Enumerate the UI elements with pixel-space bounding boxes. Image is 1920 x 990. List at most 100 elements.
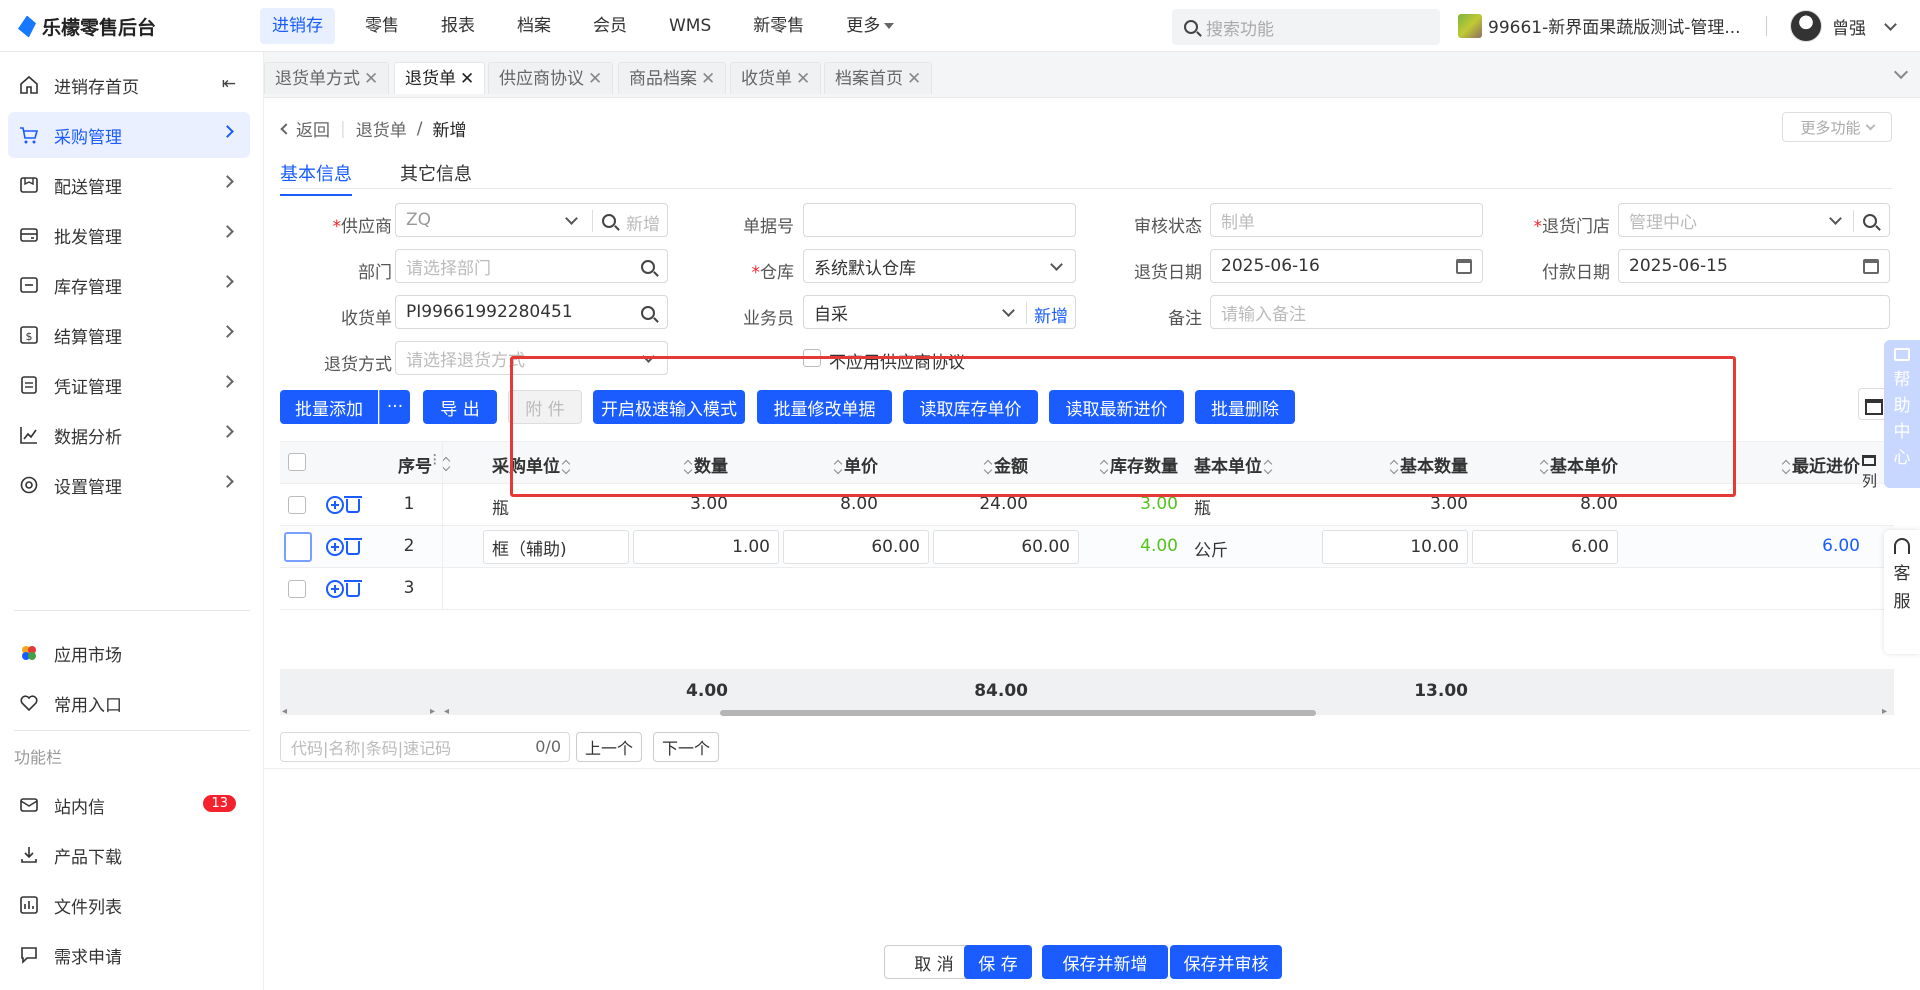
salesman-select[interactable]: 自采 新增: [803, 295, 1076, 329]
add-row-icon[interactable]: [326, 538, 344, 556]
save-and-audit-button[interactable]: 保存并审核: [1170, 945, 1282, 979]
th-purchase-unit[interactable]: 采购单位: [492, 452, 572, 477]
delete-row-icon[interactable]: [344, 538, 362, 555]
back-link[interactable]: 返回: [280, 116, 330, 141]
tab-product-archive[interactable]: 商品档案 ✕: [618, 62, 727, 94]
cell-price-input[interactable]: 60.00: [783, 530, 929, 564]
app-logo[interactable]: 乐檬零售后台: [18, 13, 156, 40]
sidebar-item-settlement[interactable]: $ 结算管理: [8, 312, 250, 358]
supplier-field[interactable]: ZQ 新增: [395, 203, 668, 237]
close-icon[interactable]: ✕: [460, 69, 474, 89]
topnav-inventory[interactable]: 进销存: [260, 8, 335, 44]
delete-row-icon[interactable]: [344, 580, 362, 597]
scroll-left-icon[interactable]: ◂: [282, 706, 287, 717]
select-all-checkbox[interactable]: [288, 453, 306, 471]
add-row-icon[interactable]: [326, 580, 344, 598]
sidebar-item-home[interactable]: 进销存首页 ⇤: [8, 62, 250, 108]
cell-price[interactable]: 8.00: [770, 494, 878, 514]
sidebar-item-requests[interactable]: 需求申请: [8, 932, 250, 978]
cell-base-price[interactable]: 8.00: [1480, 494, 1618, 514]
batch-delete-button[interactable]: 批量删除: [1195, 390, 1295, 424]
cell-unit-input[interactable]: 框（辅助): [483, 530, 629, 564]
column-resize-icon[interactable]: ⁝: [432, 450, 437, 470]
tab-archive-home[interactable]: 档案首页 ✕: [824, 62, 933, 94]
close-icon[interactable]: ✕: [701, 69, 715, 89]
return-store-field[interactable]: 管理中心: [1618, 203, 1890, 237]
tab-receipt[interactable]: 收货单 ✕: [730, 62, 822, 94]
sidebar-item-analysis[interactable]: 数据分析: [8, 412, 250, 458]
breadcrumb-parent[interactable]: 退货单: [356, 116, 407, 141]
search-icon[interactable]: [641, 306, 655, 320]
salesman-add-link[interactable]: 新增: [1034, 302, 1068, 327]
close-icon[interactable]: ✕: [588, 69, 602, 89]
cell-qty-input[interactable]: 1.00: [633, 530, 779, 564]
table-settings-icon[interactable]: [1858, 388, 1886, 420]
scrollbar-thumb[interactable]: [720, 710, 1316, 716]
chevron-down-icon[interactable]: [1829, 212, 1842, 225]
row-checkbox[interactable]: [288, 496, 306, 514]
fast-input-mode-button[interactable]: 开启极速输入模式: [593, 390, 745, 424]
scroll-left-icon[interactable]: ◂: [444, 706, 449, 717]
topnav-wms[interactable]: WMS: [657, 8, 723, 44]
search-icon[interactable]: [1863, 214, 1877, 228]
function-search[interactable]: 搜索功能: [1172, 9, 1440, 45]
sort-icon[interactable]: [442, 454, 452, 474]
tabs-dropdown-icon[interactable]: [1893, 64, 1909, 80]
cell-amount[interactable]: 24.00: [920, 494, 1028, 514]
add-row-icon[interactable]: [326, 496, 344, 514]
batch-add-button[interactable]: 批量添加: [280, 390, 378, 424]
chevron-down-icon[interactable]: [565, 212, 578, 225]
close-icon[interactable]: ✕: [907, 69, 921, 89]
supplier-add-link[interactable]: 新增: [626, 210, 660, 235]
th-amount[interactable]: 金额: [920, 452, 1028, 477]
cell-unit[interactable]: 瓶: [492, 494, 509, 519]
th-stock-qty[interactable]: 库存数量: [1050, 452, 1178, 477]
tab-supplier-agreement[interactable]: 供应商协议 ✕: [488, 62, 614, 94]
sidebar-item-settings[interactable]: 设置管理: [8, 462, 250, 508]
th-price[interactable]: 单价: [770, 452, 878, 477]
table-row[interactable]: 1 瓶 3.00 8.00 24.00 3.00 瓶 3.00 8.00: [280, 484, 1894, 526]
sidebar-item-file-list[interactable]: 文件列表: [8, 882, 250, 928]
sidebar-item-download[interactable]: 产品下载: [8, 832, 250, 878]
close-icon[interactable]: ✕: [796, 69, 810, 89]
receipt-field[interactable]: PI99661992280451: [395, 295, 668, 329]
warehouse-select[interactable]: 系统默认仓库: [803, 249, 1076, 283]
tab-return-method[interactable]: 退货单方式 ✕: [264, 62, 390, 94]
pay-date-picker[interactable]: 2025-06-15: [1618, 249, 1890, 283]
topnav-reports[interactable]: 报表: [429, 8, 487, 44]
batch-add-more-button[interactable]: ···: [379, 390, 410, 424]
row-checkbox[interactable]: [284, 532, 312, 562]
customer-service-button[interactable]: 客 服: [1884, 530, 1920, 654]
help-center-button[interactable]: 帮 助 中 心: [1884, 340, 1920, 488]
sidebar-item-favorites[interactable]: 常用入口: [8, 680, 250, 726]
topnav-member[interactable]: 会员: [581, 8, 639, 44]
row-checkbox[interactable]: [288, 580, 306, 598]
table-search-input[interactable]: 代码|名称|条码|速记码 0/0: [280, 732, 570, 762]
attachment-button[interactable]: 附 件: [508, 390, 582, 424]
read-stock-price-button[interactable]: 读取库存单价: [903, 390, 1038, 424]
topnav-archive[interactable]: 档案: [505, 8, 563, 44]
th-recent-price[interactable]: 最近进价: [1740, 452, 1860, 477]
tab-return-order[interactable]: 退货单 ✕: [394, 62, 486, 94]
cell-qty[interactable]: 3.00: [620, 494, 728, 514]
sidebar-item-app-market[interactable]: 应用市场: [8, 630, 250, 676]
scroll-right-icon[interactable]: ▸: [430, 706, 435, 717]
more-functions-button[interactable]: 更多功能: [1782, 112, 1892, 142]
doc-no-input[interactable]: [803, 203, 1076, 237]
export-button[interactable]: 导 出: [423, 390, 497, 424]
next-match-button[interactable]: 下一个: [653, 732, 719, 762]
save-and-new-button[interactable]: 保存并新增: [1042, 945, 1168, 979]
th-base-price[interactable]: 基本单价: [1480, 452, 1618, 477]
sidebar-item-voucher[interactable]: 凭证管理: [8, 362, 250, 408]
prev-match-button[interactable]: 上一个: [576, 732, 642, 762]
return-method-select[interactable]: 请选择退货方式: [395, 341, 668, 375]
return-date-picker[interactable]: 2025-06-16: [1210, 249, 1483, 283]
user-menu[interactable]: 曾强: [1790, 10, 1897, 42]
scroll-right-icon[interactable]: ▸: [1882, 706, 1887, 717]
save-button[interactable]: 保 存: [964, 945, 1032, 979]
search-icon[interactable]: [602, 214, 616, 228]
sidebar-item-purchase[interactable]: 采购管理: [8, 112, 250, 158]
table-row[interactable]: 2 框（辅助) 1.00 60.00 60.00 4.00 公斤 10.00 6…: [280, 526, 1894, 568]
topnav-new-retail[interactable]: 新零售: [741, 8, 816, 44]
no-agreement-checkbox[interactable]: [803, 349, 821, 367]
